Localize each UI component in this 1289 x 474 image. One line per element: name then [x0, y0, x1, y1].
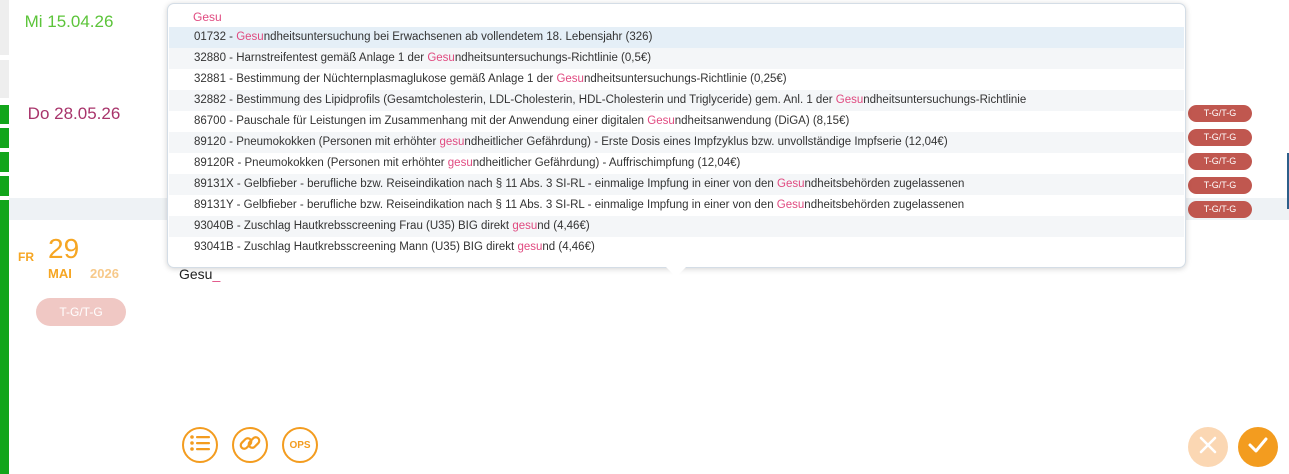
list-button[interactable]: [182, 427, 218, 463]
history-date: Do 28.05.26: [27, 104, 121, 123]
item-text: nd (4,46€): [542, 241, 595, 253]
autocomplete-item[interactable]: 93041B - Zuschlag Hautkrebsscreening Man…: [169, 237, 1184, 258]
autocomplete-query: Gesu: [193, 10, 222, 24]
item-text: ndheitlicher Gefährdung) - Erste Dosis e…: [464, 136, 948, 148]
link-button[interactable]: [232, 427, 268, 463]
autocomplete-item[interactable]: 32880 - Harnstreifentest gemäß Anlage 1 …: [169, 48, 1184, 69]
billing-code-badge[interactable]: T-G/T-G: [1188, 153, 1252, 170]
item-match-highlight: Gesu: [647, 115, 675, 127]
item-match-highlight: Gesu: [835, 94, 864, 106]
item-text: 89131X - Gelbfieber - berufliche bzw. Re…: [194, 178, 778, 190]
autocomplete-item[interactable]: 01732 - Gesundheitsuntersuchung bei Erwa…: [169, 27, 1184, 48]
item-match-highlight: Gesu: [236, 31, 264, 43]
autocomplete-item[interactable]: 89131X - Gelbfieber - berufliche bzw. Re…: [169, 174, 1184, 195]
item-text: ndheitsbehörden zugelassenen: [804, 199, 965, 211]
item-text: 32880 - Harnstreifentest gemäß Anlage 1 …: [194, 52, 428, 64]
month-label: MAI: [48, 266, 72, 281]
entry-text-input[interactable]: Gesu_: [179, 266, 220, 282]
ops-label: OPS: [289, 439, 311, 451]
item-match-highlight: gesu: [439, 136, 465, 148]
left-status-bar-green: [0, 128, 9, 148]
left-status-bar-gray: [0, 0, 9, 55]
day-number: 29: [48, 233, 80, 264]
left-status-bar-green: [0, 176, 9, 196]
cancel-button[interactable]: [1188, 427, 1228, 467]
billing-code-badge[interactable]: T-G/T-G: [1188, 201, 1252, 218]
item-text: ndheitsbehörden zugelassenen: [804, 178, 965, 190]
left-status-bar-green: [0, 200, 9, 474]
history-date: Mi 15.04.26: [24, 12, 114, 31]
item-text: ndheitsuntersuchungs-Richtlinie: [863, 94, 1027, 106]
item-match-highlight: Gesu: [777, 178, 805, 190]
confirm-button[interactable]: [1238, 427, 1278, 467]
item-text: 93041B - Zuschlag Hautkrebsscreening Man…: [194, 241, 518, 253]
check-icon: [1247, 435, 1269, 460]
autocomplete-list: 01732 - Gesundheitsuntersuchung bei Erwa…: [169, 27, 1184, 258]
left-status-bar-green: [0, 105, 9, 124]
item-text: 89131Y - Gelbfieber - berufliche bzw. Re…: [194, 199, 777, 211]
autocomplete-item[interactable]: 32882 - Bestimmung des Lipidprofils (Ges…: [169, 90, 1184, 111]
billing-code-badge[interactable]: T-G/T-G: [1188, 129, 1252, 146]
item-match-highlight: Gesu: [427, 52, 455, 64]
year-label: 2026: [90, 266, 119, 281]
item-text: 32882 - Bestimmung des Lipidprofils (Ges…: [194, 94, 836, 106]
entry-text: Gesu: [179, 266, 213, 282]
item-text: nd (4,46€): [537, 220, 590, 232]
autocomplete-item[interactable]: 86700 - Pauschale für Leistungen im Zusa…: [169, 111, 1184, 132]
item-text: 89120R - Pneumokokken (Personen mit erhö…: [194, 157, 448, 169]
autocomplete-popup: Gesu 01732 - Gesundheitsuntersuchung bei…: [167, 3, 1186, 268]
current-billing-code-badge[interactable]: T-G/T-G: [36, 298, 126, 326]
item-match-highlight: gesu: [447, 157, 473, 169]
item-text: ndheitsuntersuchungs-Richtlinie (0,5€): [454, 52, 652, 64]
item-text: ndheitsuntersuchungs-Richtlinie (0,25€): [583, 73, 787, 85]
autocomplete-item[interactable]: 89131Y - Gelbfieber - berufliche bzw. Re…: [169, 195, 1184, 216]
autocomplete-item[interactable]: 89120 - Pneumokokken (Personen mit erhöh…: [169, 132, 1184, 153]
list-icon: [189, 434, 211, 457]
left-status-bar-green: [0, 152, 9, 172]
item-match-highlight: gesu: [512, 220, 538, 232]
item-text: 32881 - Bestimmung der Nüchternplasmaglu…: [194, 73, 557, 85]
item-text: ndheitlicher Gefährdung) - Auffrischimpf…: [472, 157, 741, 169]
popup-pointer: [664, 265, 688, 277]
item-text: 93040B - Zuschlag Hautkrebsscreening Fra…: [194, 220, 513, 232]
ops-button[interactable]: OPS: [282, 427, 318, 463]
left-status-bar-gray: [0, 60, 9, 98]
item-text: 86700 - Pauschale für Leistungen im Zusa…: [194, 115, 648, 127]
text-cursor: _: [212, 266, 221, 282]
link-icon: [239, 432, 261, 459]
item-match-highlight: Gesu: [776, 199, 805, 211]
item-text: 01732 -: [194, 31, 237, 43]
item-text: ndheitsanwendung (DiGA) (8,15€): [674, 115, 850, 127]
weekday-label: FR: [18, 250, 34, 264]
item-match-highlight: gesu: [517, 241, 543, 253]
item-match-highlight: Gesu: [556, 73, 584, 85]
billing-code-badge[interactable]: T-G/T-G: [1188, 105, 1252, 122]
item-text: 89120 - Pneumokokken (Personen mit erhöh…: [194, 136, 440, 148]
billing-code-badge[interactable]: T-G/T-G: [1188, 177, 1252, 194]
autocomplete-item[interactable]: 32881 - Bestimmung der Nüchternplasmaglu…: [169, 69, 1184, 90]
close-icon: [1198, 435, 1218, 460]
item-text: ndheitsuntersuchung bei Erwachsenen ab v…: [263, 31, 653, 43]
autocomplete-item[interactable]: 89120R - Pneumokokken (Personen mit erhö…: [169, 153, 1184, 174]
autocomplete-item[interactable]: 93040B - Zuschlag Hautkrebsscreening Fra…: [169, 216, 1184, 237]
